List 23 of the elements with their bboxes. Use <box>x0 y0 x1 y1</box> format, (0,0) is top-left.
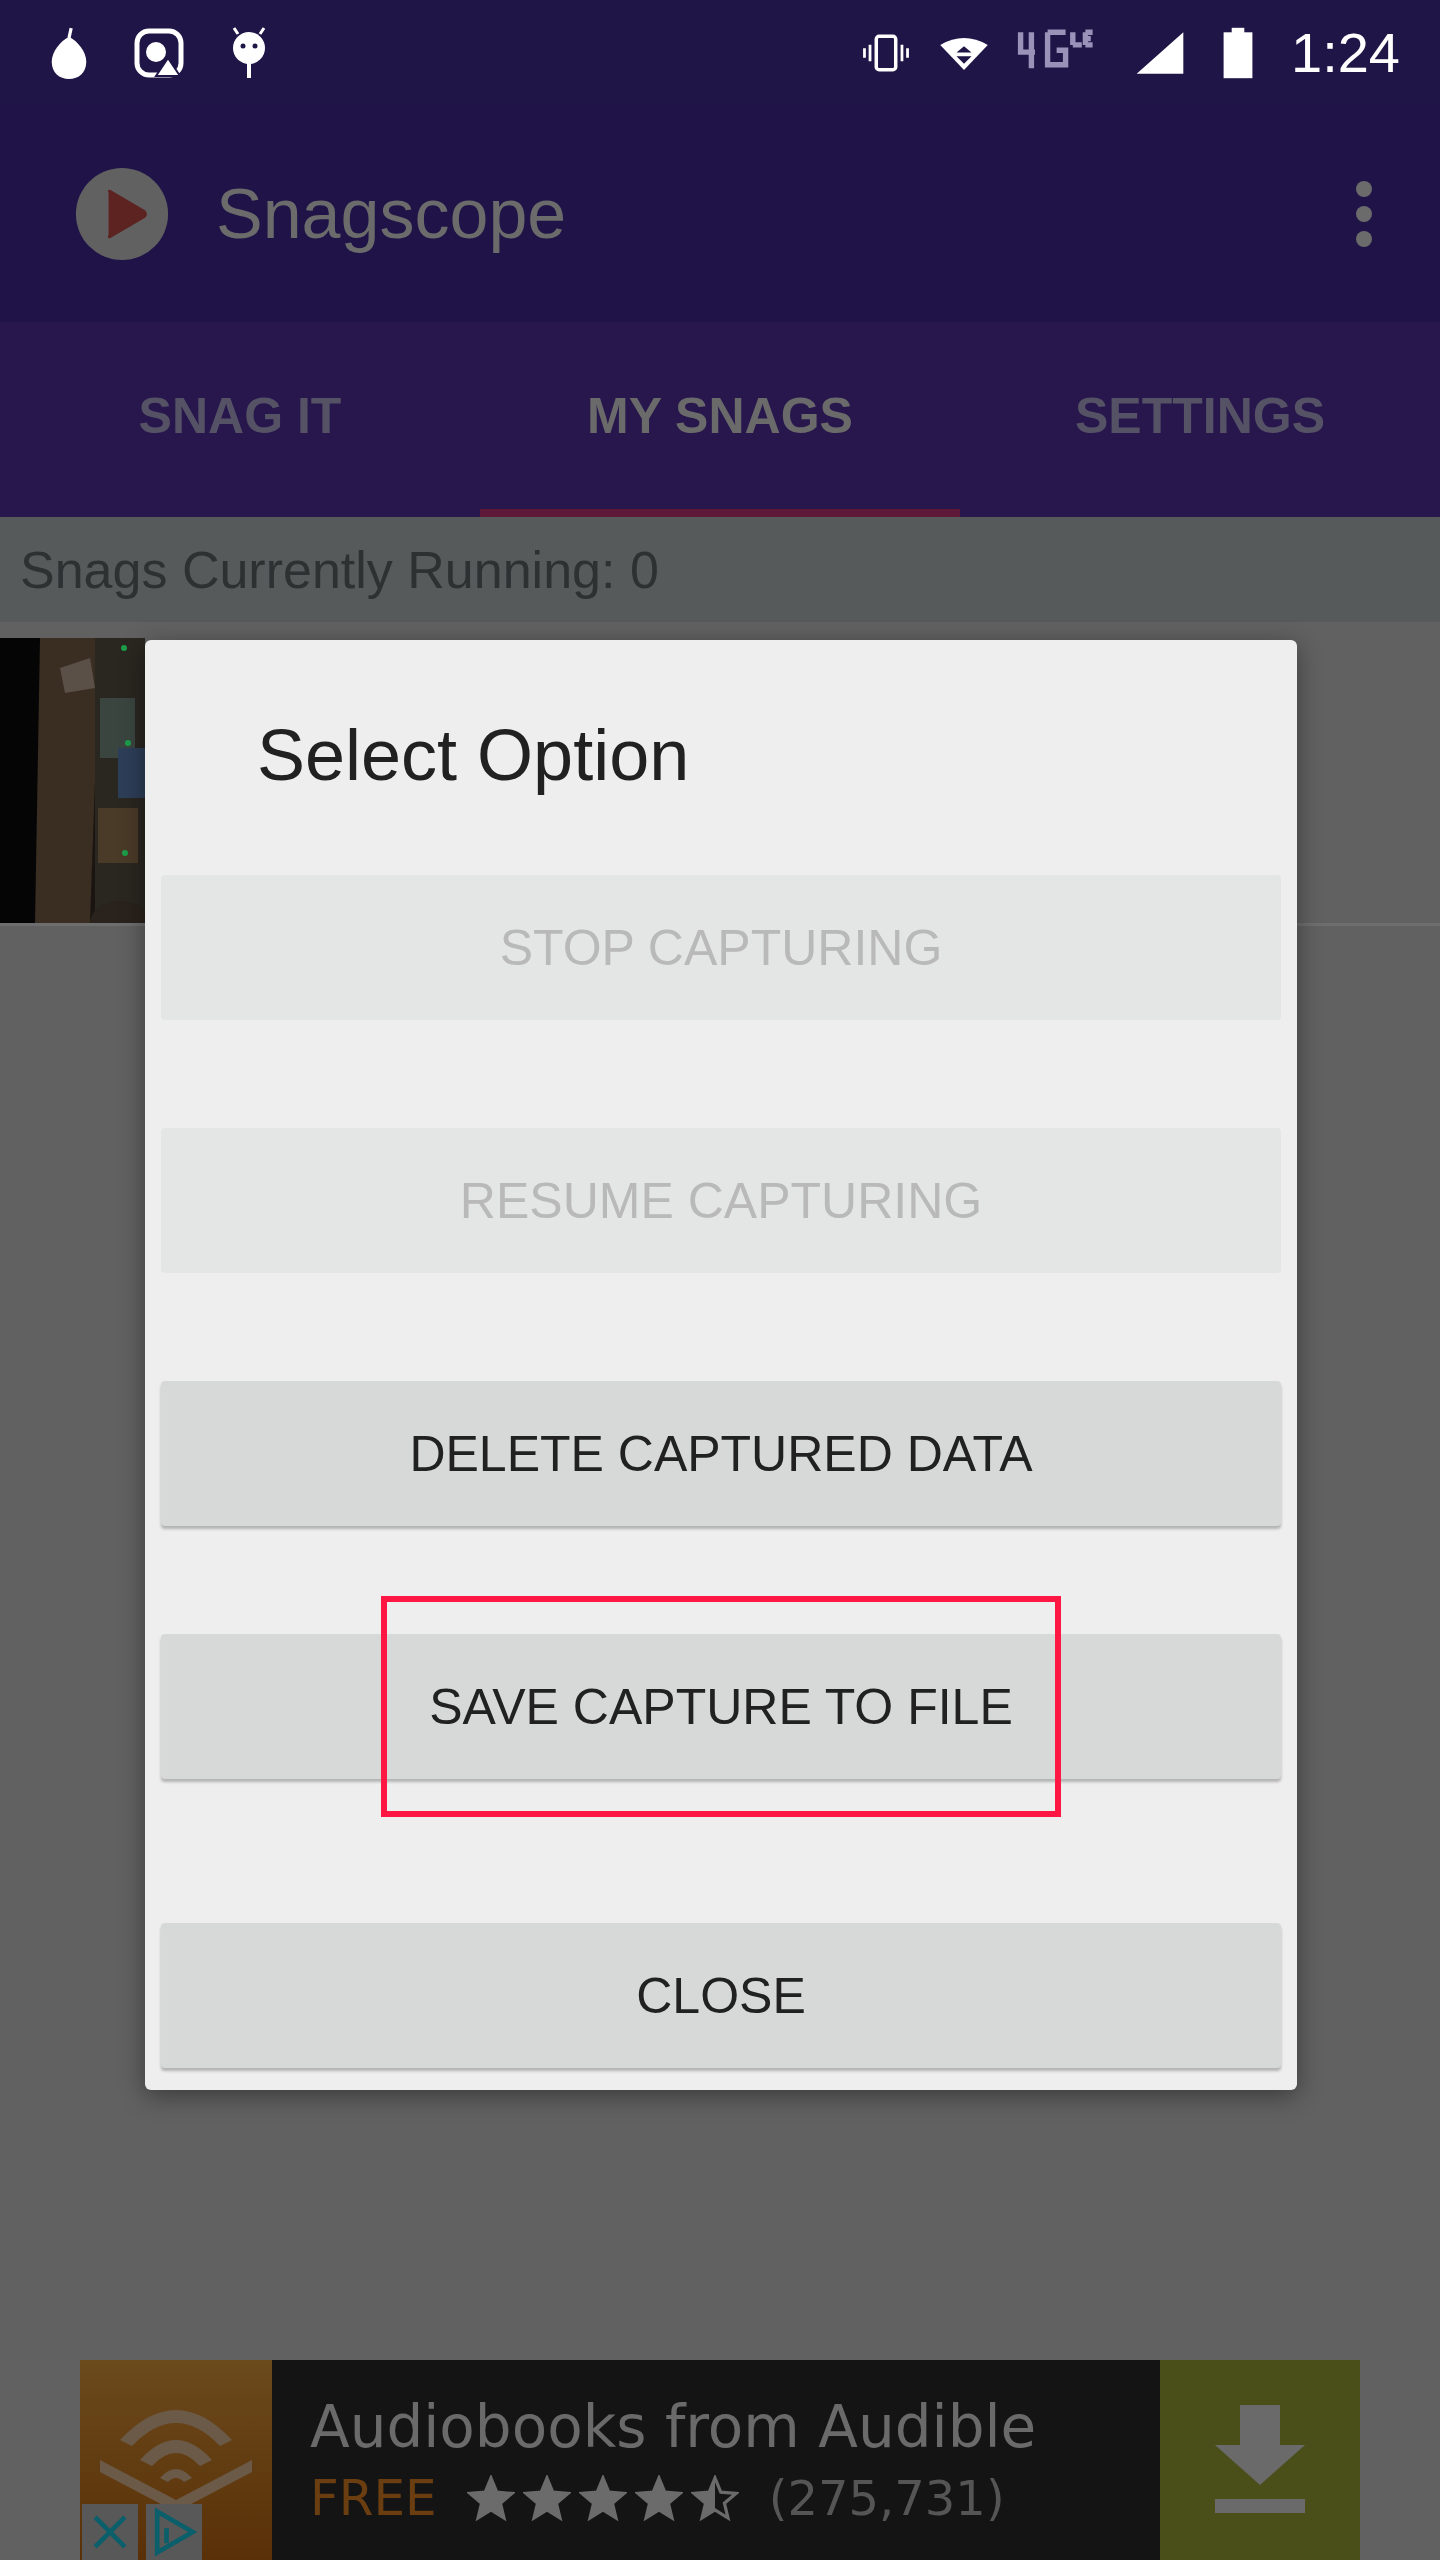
download-icon <box>1215 2405 1305 2515</box>
close-icon[interactable] <box>80 2504 140 2560</box>
play-logo-icon <box>74 165 170 262</box>
download-button[interactable] <box>1160 2360 1360 2560</box>
option-button[interactable]: DELETE CAPTURED DATA <box>161 1381 1281 1526</box>
ad-banner[interactable]: Audiobooks from Audible FREE (275,731) <box>80 2360 1360 2560</box>
ad-title: Audiobooks from Audible <box>310 2393 1038 2461</box>
option-button[interactable]: SAVE CAPTURE TO FILE <box>161 1634 1281 1779</box>
star-icon <box>466 2475 515 2521</box>
star-icon <box>634 2475 683 2521</box>
app-title: Snagscope <box>216 173 567 254</box>
ad-choices-icon[interactable] <box>144 2504 204 2560</box>
price-label: FREE <box>310 2469 437 2527</box>
option-button[interactable]: CLOSE <box>161 1923 1281 2068</box>
tab[interactable]: SETTINGS <box>960 322 1440 517</box>
dialog-title: Select Option <box>257 714 691 797</box>
star-icon <box>522 2475 571 2521</box>
tab[interactable]: SNAG IT <box>0 322 480 517</box>
clock-time: 1:24 <box>1291 20 1400 85</box>
star-icon <box>578 2475 627 2521</box>
star-icon <box>690 2475 739 2521</box>
review-count: (275,731) <box>768 2470 1005 2526</box>
more-options-icon[interactable] <box>1354 178 1374 249</box>
